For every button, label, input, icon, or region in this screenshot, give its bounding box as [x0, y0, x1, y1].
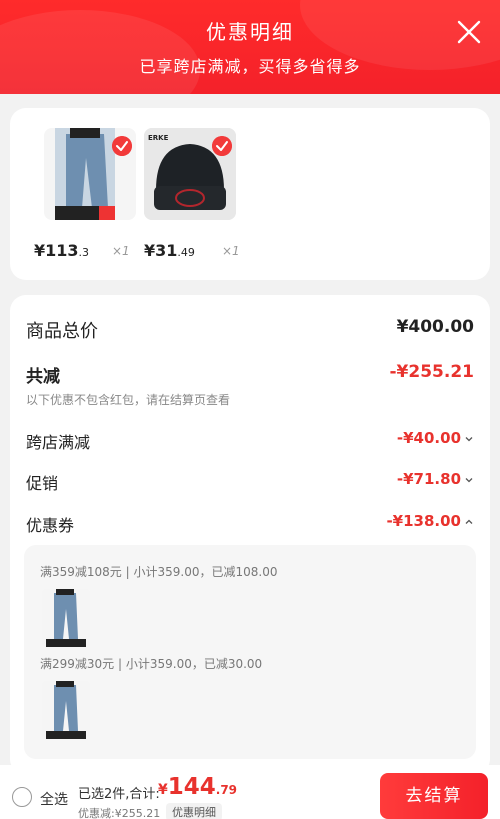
discount-header: 优惠明细 已享跨店满减，买得多省得多 [0, 0, 500, 94]
check-icon[interactable] [212, 136, 232, 156]
chevron-down-icon [465, 436, 473, 441]
coupon-rule: 满359减108元 | 小计359.00，已减108.00 [40, 565, 278, 579]
reduction-label: 共减 [26, 367, 60, 387]
selected-summary: 已选2件,合计: [78, 787, 160, 802]
close-icon[interactable] [455, 18, 483, 46]
summary-card: 商品总价 ¥400.00 共减 -¥255.21 以下优惠不包含红包，请在结算页… [10, 295, 490, 775]
amount-dec: .79 [215, 783, 238, 797]
product-price-dec: .49 [177, 246, 195, 259]
coupon-product-thumb [42, 681, 90, 739]
product-price-dec: .3 [78, 246, 90, 259]
page-subtitle: 已享跨店满减，买得多省得多 [139, 57, 361, 76]
reduction-note: 以下优惠不包含红包，请在结算页查看 [26, 393, 231, 407]
cross-store-amount: -¥40.00 [396, 429, 461, 447]
product-thumb-jeans[interactable] [44, 128, 136, 220]
coupon-product-thumb [42, 589, 90, 647]
check-icon[interactable] [112, 136, 132, 156]
total-label: 商品总价 [26, 321, 98, 342]
amount-int: 144 [167, 774, 216, 800]
cross-store-label: 跨店满减 [26, 433, 91, 452]
chevron-down-icon [465, 477, 473, 482]
coupon-value[interactable]: -¥138.00 [386, 512, 474, 530]
chevron-up-icon [465, 519, 473, 524]
select-all-label[interactable]: 全选 [40, 789, 68, 809]
coupon-rule: 满299减30元 | 小计359.00，已减30.00 [40, 657, 263, 671]
svg-text:ERKE: ERKE [148, 134, 169, 142]
checkout-bar: 全选 已选2件,合计: ¥144.79 优惠减:¥255.21 优惠明细 去结算 [0, 765, 500, 819]
jeans-image [42, 681, 90, 739]
page-title: 优惠明细 [206, 20, 294, 44]
select-all-radio[interactable] [12, 787, 32, 807]
product-qty: ×1 [112, 244, 130, 258]
product-card: ERKE ¥113.3 ×1 ¥31.49 ×1 [10, 108, 490, 280]
coupon-amount: -¥138.00 [386, 512, 461, 530]
product-price-int: ¥113 [34, 241, 79, 260]
discount-summary: 优惠减:¥255.21 [78, 807, 161, 819]
discount-detail-link[interactable]: 优惠明细 [166, 803, 222, 819]
promotion-value[interactable]: -¥71.80 [397, 470, 474, 488]
reduction-value: -¥255.21 [389, 362, 475, 382]
product-price-int: ¥31 [144, 241, 178, 260]
product-price: ¥113.3 [34, 241, 89, 260]
coupon-label: 优惠券 [26, 516, 75, 535]
promotion-label: 促销 [26, 474, 59, 493]
product-thumb-beanie[interactable]: ERKE [144, 128, 236, 220]
product-price: ¥31.49 [144, 241, 195, 260]
product-qty: ×1 [222, 244, 240, 258]
total-value: ¥400.00 [396, 317, 474, 337]
promotion-amount: -¥71.80 [396, 470, 461, 488]
currency-symbol: ¥ [158, 782, 168, 798]
coupon-detail-box: 满359减108元 | 小计359.00，已减108.00 满299减30元 |… [24, 545, 476, 759]
checkout-button[interactable]: 去结算 [380, 773, 488, 819]
total-amount: ¥144.79 [158, 774, 237, 800]
jeans-image [42, 589, 90, 647]
cross-store-value[interactable]: -¥40.00 [397, 429, 474, 447]
